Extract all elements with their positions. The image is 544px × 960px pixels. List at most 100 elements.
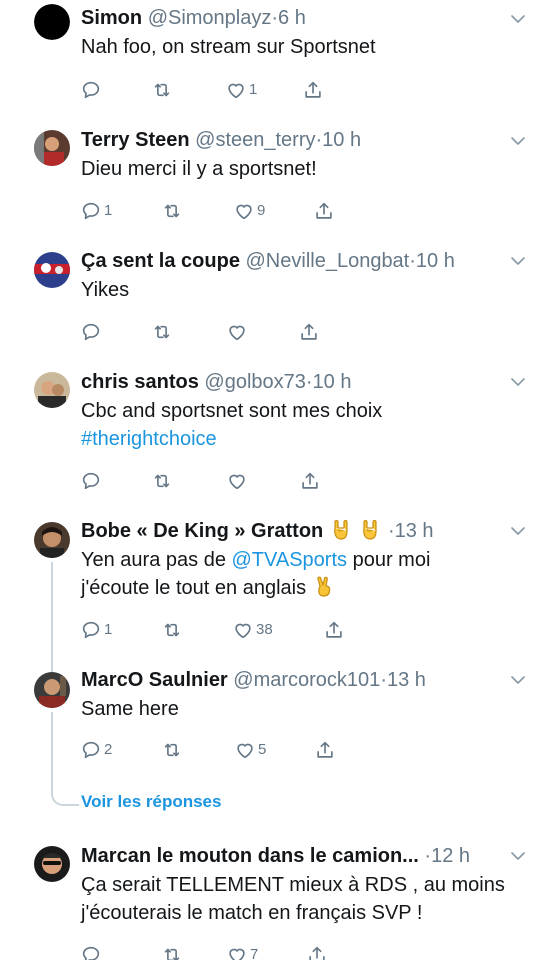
display-name[interactable]: MarcO Saulnier — [81, 669, 228, 691]
timestamp[interactable]: 10 h — [313, 371, 352, 393]
share-button[interactable] — [302, 78, 324, 102]
like-button[interactable]: 9 — [233, 199, 265, 223]
retweet-button[interactable] — [161, 738, 183, 762]
like-count: 38 — [256, 621, 273, 638]
timestamp[interactable]: 13 h — [395, 520, 434, 542]
retweet-button[interactable] — [161, 199, 183, 223]
avatar[interactable] — [34, 522, 70, 558]
like-count: 7 — [250, 946, 259, 960]
reply-button[interactable] — [80, 943, 104, 960]
separator-dot: · — [409, 250, 416, 272]
tweet[interactable]: Terry Steen @steen_terry·10 h Dieu merci… — [0, 120, 544, 240]
handle[interactable]: @Neville_Longbat — [246, 250, 410, 272]
reply-button[interactable] — [80, 469, 104, 493]
like-button[interactable] — [226, 469, 250, 493]
like-button[interactable]: 38 — [232, 618, 273, 642]
like-button[interactable]: 7 — [226, 943, 258, 960]
share-button[interactable] — [299, 469, 321, 493]
like-button[interactable]: 5 — [234, 738, 266, 762]
retweet-button[interactable] — [151, 469, 173, 493]
chevron-down-icon[interactable] — [510, 253, 526, 269]
reply-button[interactable]: 2 — [80, 738, 112, 762]
handle[interactable]: @golbox73 — [204, 371, 305, 393]
like-button[interactable]: 1 — [225, 78, 257, 102]
timestamp[interactable]: 10 h — [416, 250, 455, 272]
display-name[interactable]: Bobe « De King » Gratton — [81, 520, 323, 542]
display-name[interactable]: Simon — [81, 7, 142, 29]
chevron-down-icon[interactable] — [510, 848, 526, 864]
retweet-icon — [161, 944, 183, 960]
retweet-icon — [161, 200, 183, 222]
tweet-actions — [80, 469, 340, 493]
display-name[interactable]: Ça sent la coupe — [81, 250, 240, 272]
retweet-button[interactable] — [161, 943, 183, 960]
tweet-text: Ça serait TELLEMENT mieux à RDS , au moi… — [81, 874, 505, 924]
hashtag-link[interactable]: #therightchoice — [81, 425, 524, 453]
tweet-header: Simon @Simonplayz·6 h — [81, 4, 494, 32]
handle[interactable]: @marcorock101 — [233, 669, 380, 691]
tweet-text-segment: j'écoute le tout en anglais — [81, 577, 307, 599]
avatar[interactable] — [34, 130, 70, 166]
display-name[interactable]: Terry Steen — [81, 129, 190, 151]
chevron-down-icon[interactable] — [510, 523, 526, 539]
like-button[interactable] — [226, 320, 250, 344]
display-name[interactable]: chris santos — [81, 371, 199, 393]
chevron-down-icon[interactable] — [510, 133, 526, 149]
tweet[interactable]: MarcO Saulnier @marcorock101·13 h Same h… — [0, 660, 544, 780]
timestamp[interactable]: 13 h — [387, 669, 426, 691]
reply-button[interactable] — [80, 320, 104, 344]
retweet-button[interactable] — [151, 78, 173, 102]
timestamp[interactable]: 12 h — [431, 845, 470, 867]
reply-button[interactable] — [80, 78, 104, 102]
share-button[interactable] — [298, 320, 320, 344]
see-replies-link[interactable]: Voir les réponses — [81, 790, 221, 814]
timestamp[interactable]: 10 h — [322, 129, 361, 151]
chevron-down-icon[interactable] — [510, 11, 526, 27]
like-icon — [233, 200, 255, 222]
reply-count: 2 — [104, 741, 113, 758]
retweet-icon — [151, 79, 173, 101]
tweet-actions: 1 38 — [80, 618, 342, 642]
tweet[interactable]: Ça sent la coupe @Neville_Longbat·10 h Y… — [0, 240, 544, 360]
tweet-header: Terry Steen @steen_terry·10 h — [81, 126, 494, 154]
timestamp[interactable]: 6 h — [278, 7, 306, 29]
separator-dot: · — [305, 371, 313, 393]
chevron-down-icon[interactable] — [510, 374, 526, 390]
reply-icon — [80, 619, 102, 641]
share-icon — [299, 470, 321, 492]
thread-curve — [51, 792, 79, 806]
reply-icon — [80, 739, 102, 761]
tweet[interactable]: Bobe « De King » Gratton ·13 h Yen aura … — [0, 510, 544, 660]
share-button[interactable] — [306, 943, 328, 960]
avatar[interactable] — [34, 846, 70, 882]
avatar[interactable] — [34, 4, 70, 40]
tweet[interactable]: Marcan le mouton dans le camion... ·12 h… — [0, 836, 544, 960]
avatar[interactable] — [34, 672, 70, 708]
retweet-button[interactable] — [151, 320, 173, 344]
retweet-icon — [151, 321, 173, 343]
tweet-text: Cbc and sportsnet sont mes choix #therig… — [81, 397, 524, 453]
reply-button[interactable]: 1 — [80, 199, 112, 223]
reply-icon — [80, 321, 102, 343]
tweet[interactable]: Simon @Simonplayz·6 h Nah foo, on stream… — [0, 0, 544, 120]
share-icon — [298, 321, 320, 343]
chevron-down-icon[interactable] — [510, 672, 526, 688]
avatar[interactable] — [34, 252, 70, 288]
retweet-button[interactable] — [161, 618, 183, 642]
tweet-text: Nah foo, on stream sur Sportsnet — [81, 36, 376, 58]
mention-link[interactable]: @TVASports — [232, 549, 348, 571]
like-icon — [234, 739, 256, 761]
share-button[interactable] — [314, 738, 336, 762]
reply-button[interactable]: 1 — [80, 618, 112, 642]
share-button[interactable] — [313, 199, 335, 223]
share-button[interactable] — [323, 618, 345, 642]
display-name[interactable]: Marcan le mouton dans le camion... — [81, 845, 419, 867]
tweet[interactable]: chris santos @golbox73·10 h Cbc and spor… — [0, 360, 544, 510]
tweet-header: Ça sent la coupe @Neville_Longbat·10 h — [81, 247, 494, 275]
tweet-text-segment: pour moi — [347, 549, 431, 571]
handle[interactable]: @Simonplayz — [148, 7, 272, 29]
avatar[interactable] — [34, 372, 70, 408]
handle[interactable]: @steen_terry — [195, 129, 315, 151]
rock-on-emoji — [331, 519, 351, 541]
tweet-text: Dieu merci il y a sportsnet! — [81, 158, 317, 180]
